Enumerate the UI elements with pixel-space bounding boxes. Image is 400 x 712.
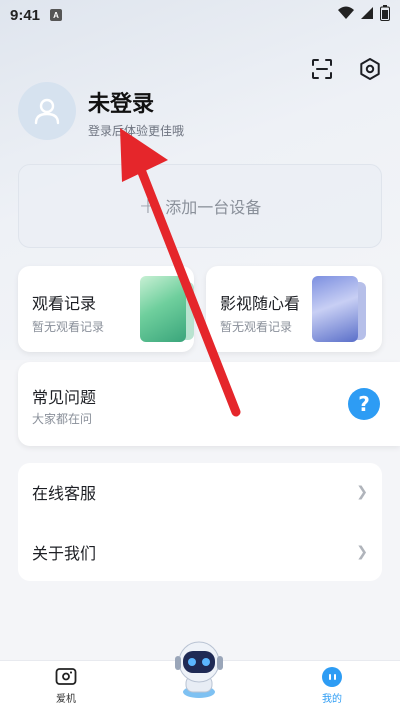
tab-mine[interactable]: 我的 bbox=[302, 667, 362, 711]
scan-icon[interactable] bbox=[308, 55, 336, 83]
battery-icon bbox=[380, 5, 390, 25]
avatar[interactable] bbox=[18, 82, 76, 140]
media-thumbnail bbox=[312, 276, 358, 342]
plus-icon: + bbox=[138, 193, 158, 219]
menu-item-label: 关于我们 bbox=[32, 544, 97, 563]
tab-label: 爱机 bbox=[56, 694, 76, 705]
status-bar: 9:41 A bbox=[0, 0, 400, 30]
add-device-label: 添加一台设备 bbox=[165, 198, 262, 217]
watch-history-thumbnail bbox=[140, 276, 186, 342]
menu-list: 在线客服 ❯ 关于我们 ❯ bbox=[18, 463, 382, 581]
tab-aiji[interactable]: 爱机 bbox=[36, 667, 96, 711]
media-title: 影视随心看 bbox=[220, 294, 301, 313]
tab-label: 我的 bbox=[322, 694, 342, 705]
menu-item-label: 在线客服 bbox=[32, 484, 97, 503]
media-subtitle: 暂无观看记录 bbox=[220, 320, 293, 334]
tv-icon bbox=[55, 667, 77, 687]
add-device-button[interactable]: + 添加一台设备 bbox=[18, 164, 382, 248]
media-card[interactable]: 影视随心看 暂无观看记录 bbox=[206, 266, 382, 352]
watch-history-card[interactable]: 观看记录 暂无观看记录 bbox=[18, 266, 194, 352]
faq-title: 常见问题 bbox=[32, 388, 97, 407]
login-hint: 登录后体验更佳哦 bbox=[88, 124, 185, 138]
chevron-right-icon: ❯ bbox=[356, 544, 368, 560]
menu-item-customer-service[interactable]: 在线客服 ❯ bbox=[18, 463, 382, 521]
wifi-icon bbox=[338, 6, 354, 24]
faq-card[interactable]: 常见问题 大家都在问 ? bbox=[18, 362, 400, 446]
signal-icon bbox=[360, 6, 374, 24]
watch-history-title: 观看记录 bbox=[32, 294, 97, 313]
mine-icon bbox=[321, 667, 343, 687]
settings-icon[interactable] bbox=[356, 55, 384, 83]
watch-history-subtitle: 暂无观看记录 bbox=[32, 320, 105, 334]
menu-item-about-us[interactable]: 关于我们 ❯ bbox=[18, 523, 382, 581]
status-time: 9:41 bbox=[10, 6, 41, 24]
chevron-right-icon: ❯ bbox=[356, 484, 368, 500]
username-login-link[interactable]: 未登录 bbox=[88, 86, 154, 118]
faq-subtitle: 大家都在问 bbox=[32, 412, 93, 426]
notification-badge-icon: A bbox=[50, 9, 63, 21]
question-bubble-icon: ? bbox=[348, 388, 380, 420]
robot-assistant-icon[interactable] bbox=[166, 636, 232, 698]
